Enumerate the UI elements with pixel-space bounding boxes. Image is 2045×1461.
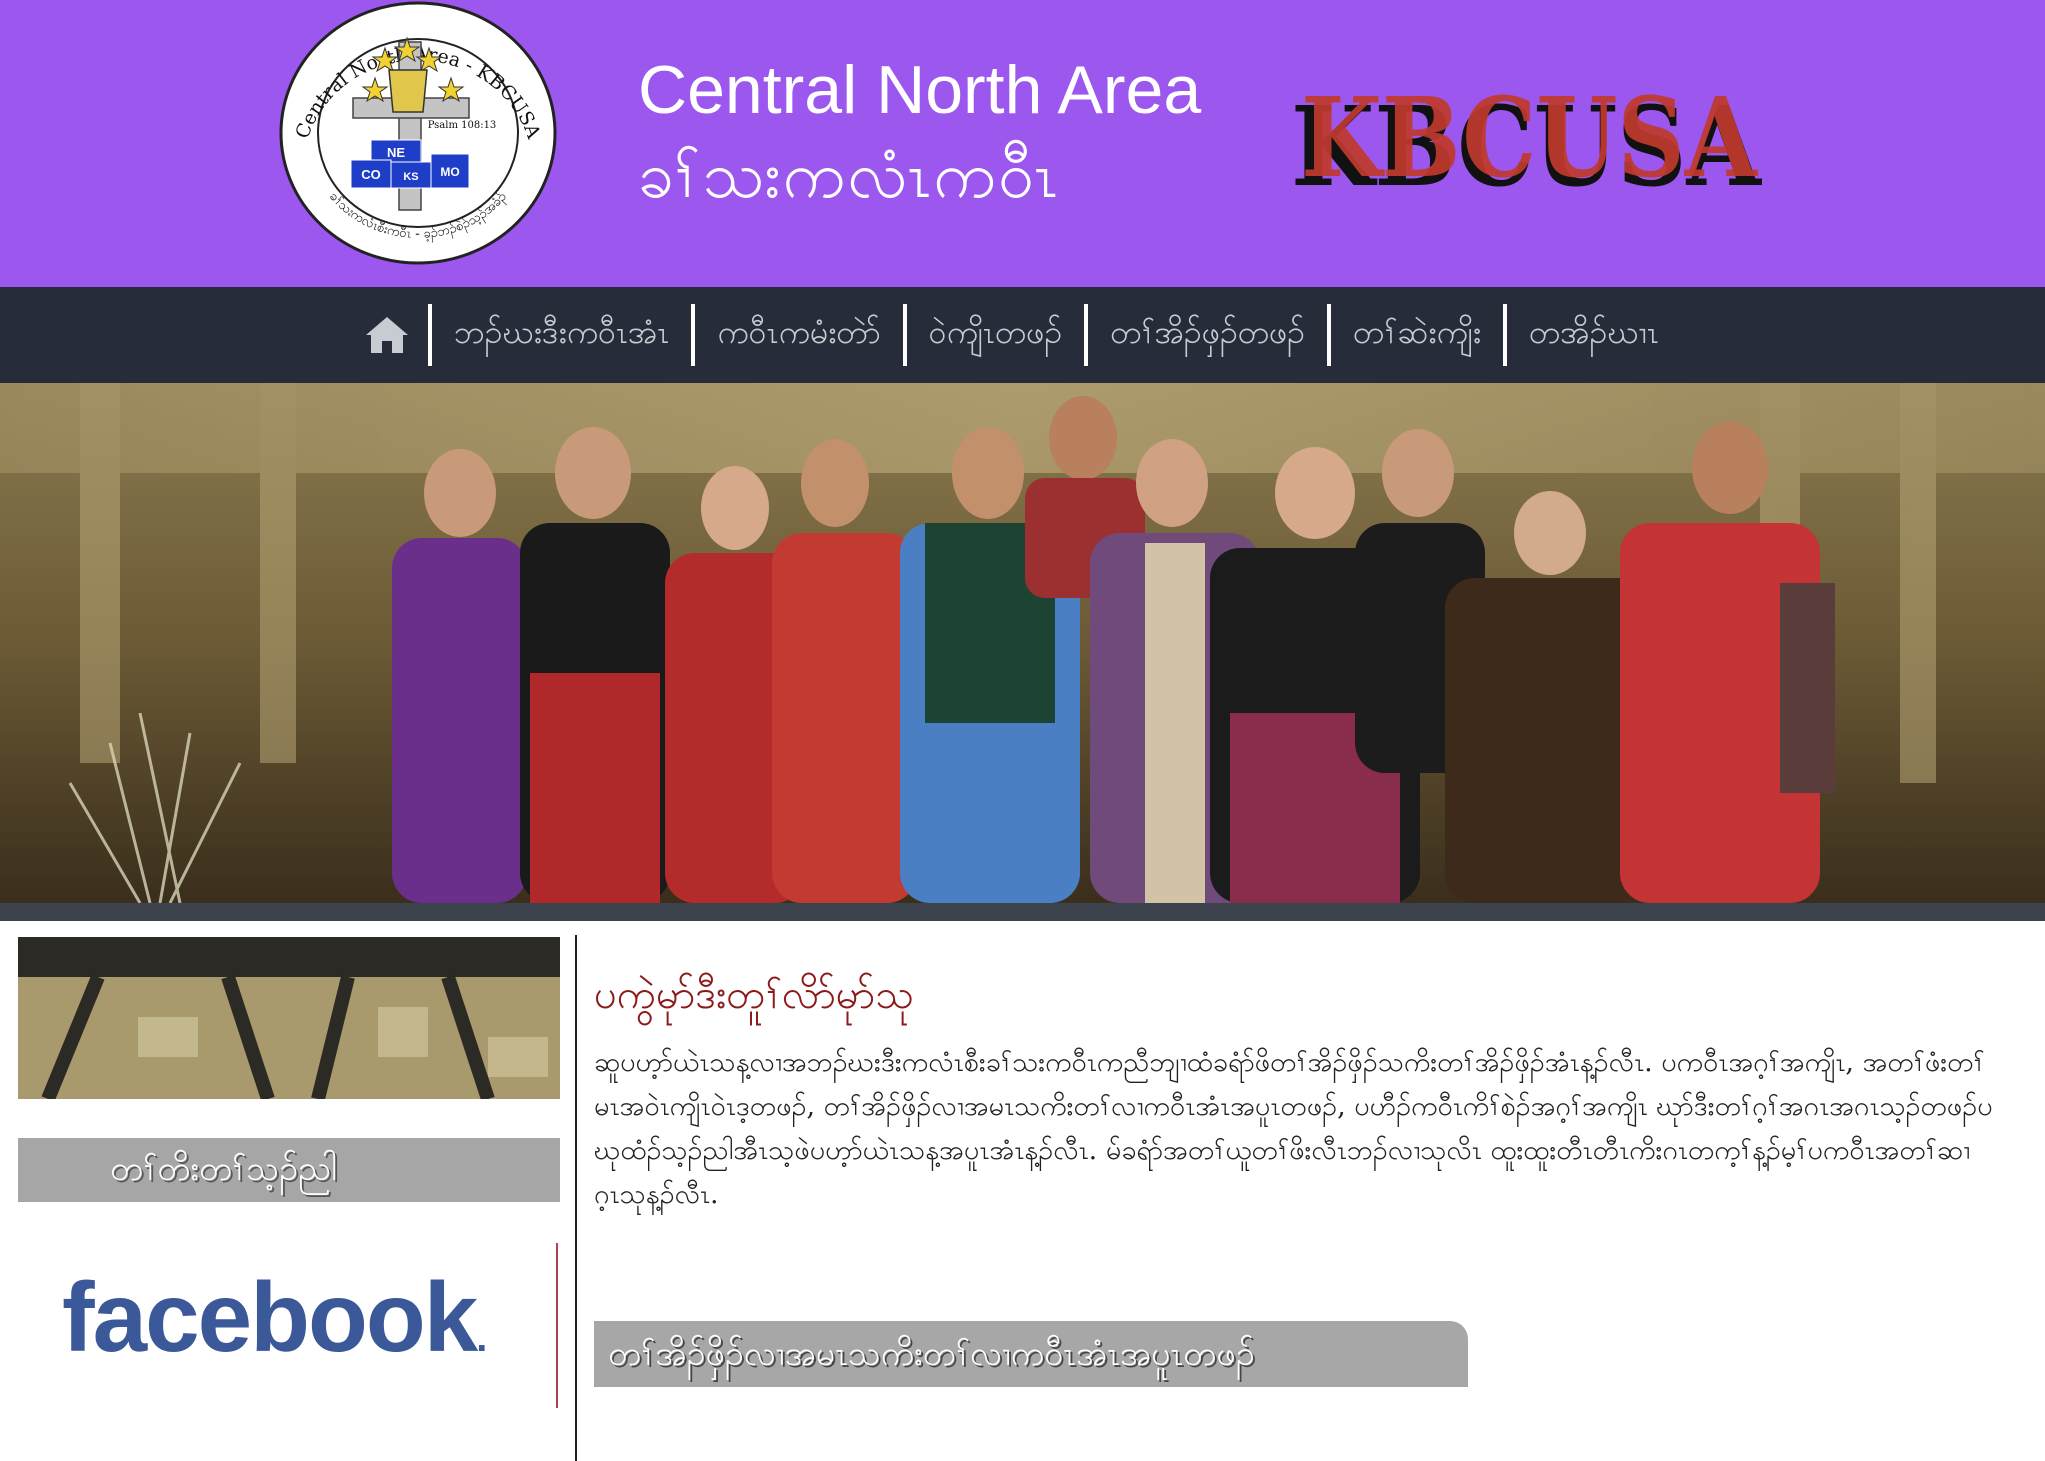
nav-item-leaders[interactable]: ကဝီၤကမံးတဲာ်	[695, 287, 902, 383]
column-divider	[575, 935, 577, 1461]
cna-kbcusa-seal-logo[interactable]: Central North Area - KBCUSA ခၢ်သးကလံၤစီး…	[277, 0, 559, 270]
site-header: Central North Area - KBCUSA ခၢ်သးကလံၤစီး…	[0, 0, 2045, 287]
nav-item-label: ကဝီၤကမံးတဲာ်	[717, 313, 881, 351]
sidebar-heading-text: တၢ်တိးတၢ်သ့ၣ်ညါ	[110, 1149, 337, 1189]
facebook-logo-text: facebook	[62, 1262, 478, 1372]
nav-item-contact[interactable]: တၢ်ဆဲးကျိး	[1331, 287, 1503, 383]
state-label: KS	[403, 171, 418, 183]
sidebar-heading: တၢ်တိးတၢ်သ့ၣ်ညါ	[18, 1138, 560, 1202]
nav-item-about[interactable]: ဘၣ်ဃးဒီးကဝီၤအံၤ	[432, 287, 691, 383]
kbcusa-logo-text: KBCUSA	[1301, 80, 1758, 202]
nav-item-label: တၢ်ဆဲးကျိး	[1353, 313, 1482, 351]
facebook-logo-dot: .	[476, 1316, 487, 1360]
facebook-logo-link[interactable]: facebook.	[62, 1261, 487, 1374]
nav-home[interactable]	[364, 287, 428, 383]
page-title: ပကွဲမုာ်ဒီးတူၢ်လိာ်မုာ်သု	[594, 972, 914, 1018]
state-label: MO	[440, 165, 459, 179]
main-content: ပကွဲမုာ်ဒီးတူၢ်လိာ်မုာ်သု ဆူပဟ့ာ်ယဲၤသန့လ…	[594, 921, 2034, 1461]
hero-group-photo	[0, 383, 2045, 903]
seal-verse: Psalm 108:13	[428, 120, 497, 131]
state-label: NE	[387, 145, 405, 160]
home-icon[interactable]	[364, 315, 410, 355]
sidebar-building-photo	[18, 937, 560, 1099]
nav-item-label: တၢ်အိၣ်ဖှၣ်တဖၣ်	[1110, 313, 1306, 351]
state-label: CO	[361, 167, 381, 182]
nav-item-label: ဝဲကျိၤတဖၣ်	[928, 313, 1063, 351]
welcome-paragraph: ဆူပဟ့ာ်ယဲၤသန့လၢအဘၣ်ဃးဒီးကလံၤစီးခၢ်သးကဝီၤ…	[594, 1047, 1993, 1210]
churches-section-tab[interactable]: တၢ်အိၣ်ဖှိၣ်လၢအမၤသကိးတၢ်လၢကဝီၤအံၤအပူၤတဖၣ…	[594, 1321, 1468, 1387]
sidebar: တၢ်တိးတၢ်သ့ၣ်ညါ facebook.	[0, 921, 575, 1461]
site-title-karen: ခၢ်သးကလံၤကဝီၤ	[638, 139, 1060, 211]
nav-item-churches[interactable]: တၢ်အိၣ်ဖှၣ်တဖၣ်	[1088, 287, 1327, 383]
nav-item-label: တအိၣ်ဃၢၤ	[1529, 313, 1660, 351]
main-nav: ဘၣ်ဃးဒီးကဝီၤအံၤ ကဝီၤကမံးတဲာ် ဝဲကျိၤတဖၣ် …	[0, 287, 2045, 383]
nav-item-more[interactable]: တအိၣ်ဃၢၤ	[1507, 287, 1681, 383]
churches-section-tab-label: တၢ်အိၣ်ဖှိၣ်လၢအမၤသကိးတၢ်လၢကဝီၤအံၤအပူၤတဖၣ…	[608, 1334, 1255, 1374]
nav-item-departments[interactable]: ဝဲကျိၤတဖၣ်	[907, 287, 1085, 383]
site-title-english: Central North Area	[638, 52, 1202, 128]
kbcusa-logo[interactable]: KBCUSA KBCUSA	[1285, 80, 1775, 205]
sidebar-rule	[556, 1243, 558, 1408]
site-title[interactable]: Central North Area ခၢ်သးကလံၤကဝီၤ	[638, 50, 1201, 220]
nav-item-label: ဘၣ်ဃးဒီးကဝီၤအံၤ	[453, 313, 670, 351]
banner-bottom-strip	[0, 903, 2045, 921]
